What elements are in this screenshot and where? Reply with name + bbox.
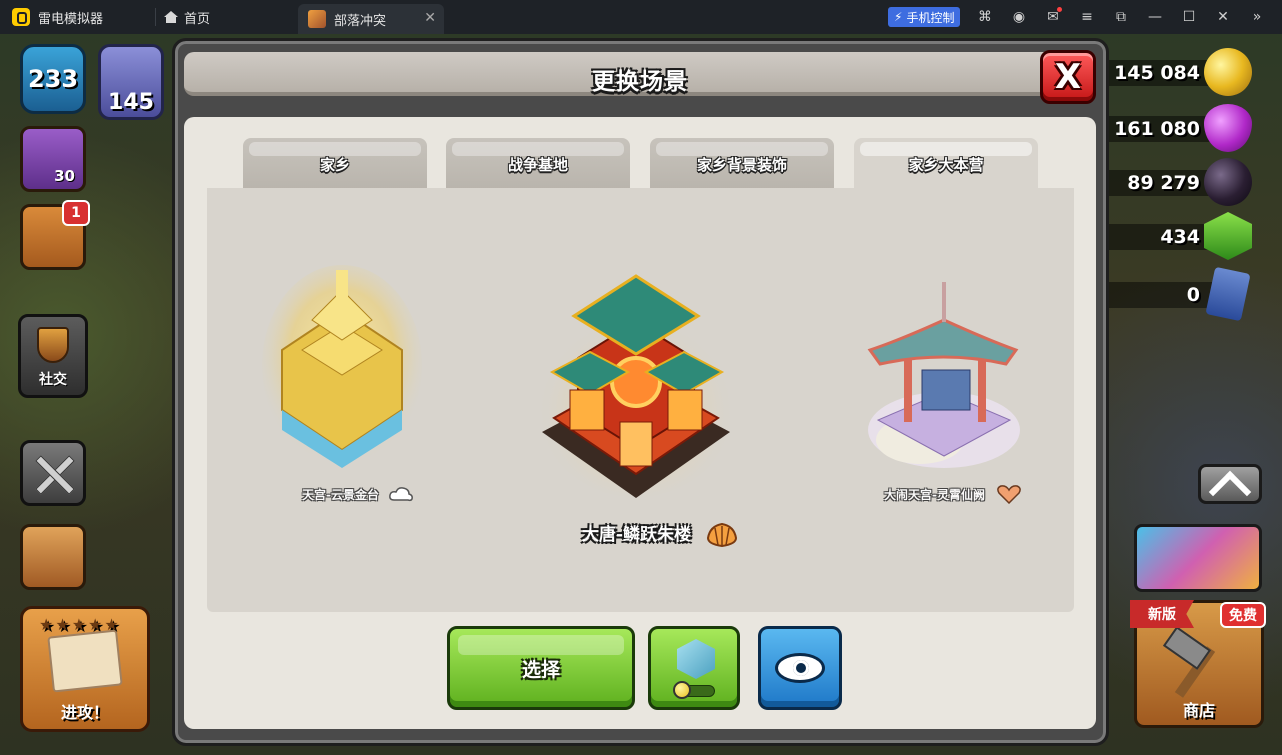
tab-label: 家乡大本营 [908, 155, 984, 174]
shop-label: 商店 [1182, 701, 1215, 720]
scene-name-golden-pavilion: 天宫-云景金台 [302, 488, 379, 502]
attack-label: 进攻！ [60, 703, 109, 722]
trophy-badge[interactable]: 145 [98, 44, 164, 120]
heart-icon [997, 485, 1021, 504]
scene-option-celestial-palace[interactable] [860, 280, 1026, 480]
game-tab-icon [308, 10, 326, 28]
social-button[interactable]: 社交 [18, 314, 88, 398]
elixir-drop-icon [1204, 104, 1252, 152]
minimize-icon[interactable]: — [1138, 0, 1172, 34]
emulator-app-name: 雷电模拟器 [38, 11, 104, 27]
cube-icon [677, 639, 715, 679]
gamepad-icon[interactable]: ⌘ [968, 0, 1002, 34]
tab-war-base[interactable]: 战争基地 [446, 138, 630, 190]
toggle-knob [673, 681, 691, 699]
dark-elixir-amount: 89 279 [1127, 172, 1200, 194]
emulator-logo-icon [12, 8, 30, 26]
game-tab-label: 部落冲突 [334, 13, 387, 29]
builder-count: 30 [54, 167, 75, 185]
user-icon[interactable]: ◉ [1002, 0, 1036, 34]
cloud-icon [389, 487, 413, 502]
emulator-titlebar: 雷电模拟器 首页 部落冲突 ✕ ⚡ 手机控制 ⌘ ◉ ✉ ≡ ⧉ — ☐ ✕ » [0, 0, 1282, 34]
lightning-icon: ⚡ [894, 10, 903, 24]
select-button-label: 选择 [521, 658, 560, 681]
tab-home-village[interactable]: 家乡 [243, 138, 427, 190]
scene-name-red-tower: 大唐-鳞跃朱楼 [582, 525, 692, 545]
shell-icon [706, 522, 738, 548]
tab-label: 战争基地 [507, 155, 568, 174]
experience-level-badge[interactable]: 233 [20, 44, 86, 114]
hammer-icon [1160, 634, 1230, 694]
gems-amount: 434 [1160, 226, 1200, 248]
eye-icon [775, 653, 825, 683]
maximize-icon[interactable]: ☐ [1172, 0, 1206, 34]
tab-label: 家乡 [319, 155, 350, 174]
tab-town-hall[interactable]: 家乡大本营 [854, 138, 1038, 190]
tab-label: 家乡背景装饰 [696, 155, 787, 174]
battle-sword-icon[interactable] [20, 440, 86, 506]
close-button[interactable]: X [1040, 50, 1096, 104]
gem-icon [1204, 212, 1252, 260]
army-barbarian-icon[interactable] [20, 524, 86, 590]
close-window-icon[interactable]: ✕ [1206, 0, 1240, 34]
tab-home-decorations[interactable]: 家乡背景装饰 [650, 138, 834, 190]
close-tab-icon[interactable]: ✕ [424, 10, 436, 26]
scene-option-golden-pavilion[interactable] [262, 250, 422, 470]
social-label: 社交 [39, 372, 67, 388]
attack-button[interactable]: ★★★★★ 进攻！ [20, 606, 150, 732]
mail-icon[interactable]: ✉ [1036, 0, 1070, 34]
modal-title: 更换场景 [592, 69, 688, 95]
celestial-palace-image [867, 282, 1020, 468]
phone-control-label: 手机控制 [906, 10, 955, 25]
elixir-amount: 161 080 [1114, 118, 1200, 140]
popout-icon[interactable]: ⧉ [1104, 0, 1138, 34]
gold-amount: 145 084 [1114, 62, 1200, 84]
home-tab-label: 首页 [184, 11, 211, 27]
random-scene-toggle-button[interactable] [648, 626, 740, 710]
golden-pavilion-image [262, 265, 422, 468]
phone-control-button[interactable]: ⚡ 手机控制 [888, 7, 961, 27]
select-scene-button[interactable]: 选择 [447, 626, 635, 710]
gold-coin-icon [1204, 48, 1252, 96]
left-hud: 233 145 30 1 社交 ★★★★★ 进攻！ [0, 34, 170, 755]
titlebar-controls: ⌘ ◉ ✉ ≡ ⧉ — ☐ ✕ » [968, 0, 1274, 34]
event-banner[interactable] [1134, 524, 1262, 592]
map-icon [47, 629, 123, 693]
red-tower-image [536, 274, 736, 498]
menu-icon[interactable]: ≡ [1070, 0, 1104, 34]
scene-option-red-tower[interactable] [534, 262, 738, 504]
expand-sidebar-icon[interactable]: » [1240, 0, 1274, 34]
titlebar-divider [155, 8, 157, 26]
new-version-tag: 新版 [1130, 600, 1194, 628]
chevron-up-icon[interactable] [1198, 464, 1262, 504]
clan-shield-icon [37, 327, 69, 363]
dark-elixir-icon [1204, 158, 1252, 206]
builder-base-button[interactable]: 30 [20, 126, 86, 192]
home-tab[interactable]: 首页 [164, 8, 210, 27]
scene-name-celestial-palace: 大闹天宫-灵霄仙阙 [884, 488, 985, 502]
preview-button[interactable] [758, 626, 842, 710]
quest-notification-badge: 1 [62, 200, 90, 226]
free-tag: 免费 [1220, 602, 1266, 628]
tickets-amount: 0 [1186, 284, 1200, 306]
game-tab[interactable]: 部落冲突 ✕ [298, 4, 444, 34]
home-icon [164, 11, 179, 23]
